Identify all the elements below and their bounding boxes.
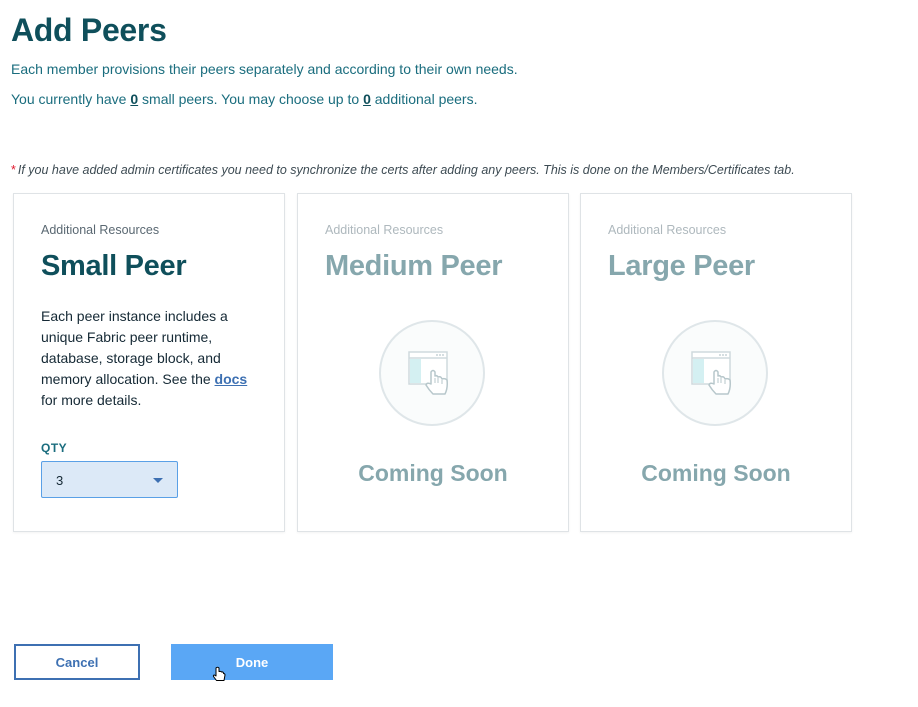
info-prefix: You currently have [11, 91, 131, 107]
done-button[interactable]: Done [171, 644, 333, 680]
peer-count-info: You currently have 0 small peers. You ma… [11, 91, 478, 107]
required-asterisk: * [11, 163, 16, 177]
small-peer-eyebrow: Additional Resources [41, 223, 160, 237]
certs-note: * If you have added admin certificates yo… [11, 163, 795, 177]
desc-before: Each peer instance includes a unique Fab… [41, 308, 228, 387]
info-suffix: additional peers. [370, 91, 478, 107]
medium-peer-coming-soon: Coming Soon [358, 460, 508, 486]
max-peer-count: 0 [363, 91, 371, 107]
info-middle: small peers. You may choose up to [138, 91, 364, 107]
touch-screen-icon [379, 320, 485, 426]
docs-link[interactable]: docs [215, 371, 248, 387]
medium-peer-card: Additional Resources Medium Peer Coming … [297, 193, 569, 532]
large-peer-eyebrow: Additional Resources [608, 223, 727, 237]
touch-screen-icon [662, 320, 768, 426]
certs-note-text: If you have added admin certificates you… [17, 163, 795, 177]
page-title: Add Peers [11, 12, 167, 48]
desc-after: for more details. [41, 392, 142, 408]
qty-dropdown[interactable]: 3 [41, 461, 178, 498]
medium-peer-eyebrow: Additional Resources [325, 223, 444, 237]
large-peer-coming-soon: Coming Soon [641, 460, 791, 486]
qty-value: 3 [56, 473, 64, 488]
page-subtitle: Each member provisions their peers separ… [11, 61, 518, 77]
medium-peer-title: Medium Peer [325, 250, 503, 282]
small-peer-description: Each peer instance includes a unique Fab… [41, 306, 266, 411]
hand-cursor-icon [212, 666, 226, 681]
qty-label: QTY [41, 441, 68, 455]
large-peer-card: Additional Resources Large Peer Coming S… [580, 193, 852, 532]
cancel-button[interactable]: Cancel [14, 644, 140, 680]
small-peer-card: Additional Resources Small Peer Each pee… [13, 193, 285, 532]
large-peer-title: Large Peer [608, 250, 755, 282]
small-peer-title: Small Peer [41, 250, 187, 282]
caret-down-icon [153, 478, 163, 483]
current-peer-count: 0 [130, 91, 139, 107]
